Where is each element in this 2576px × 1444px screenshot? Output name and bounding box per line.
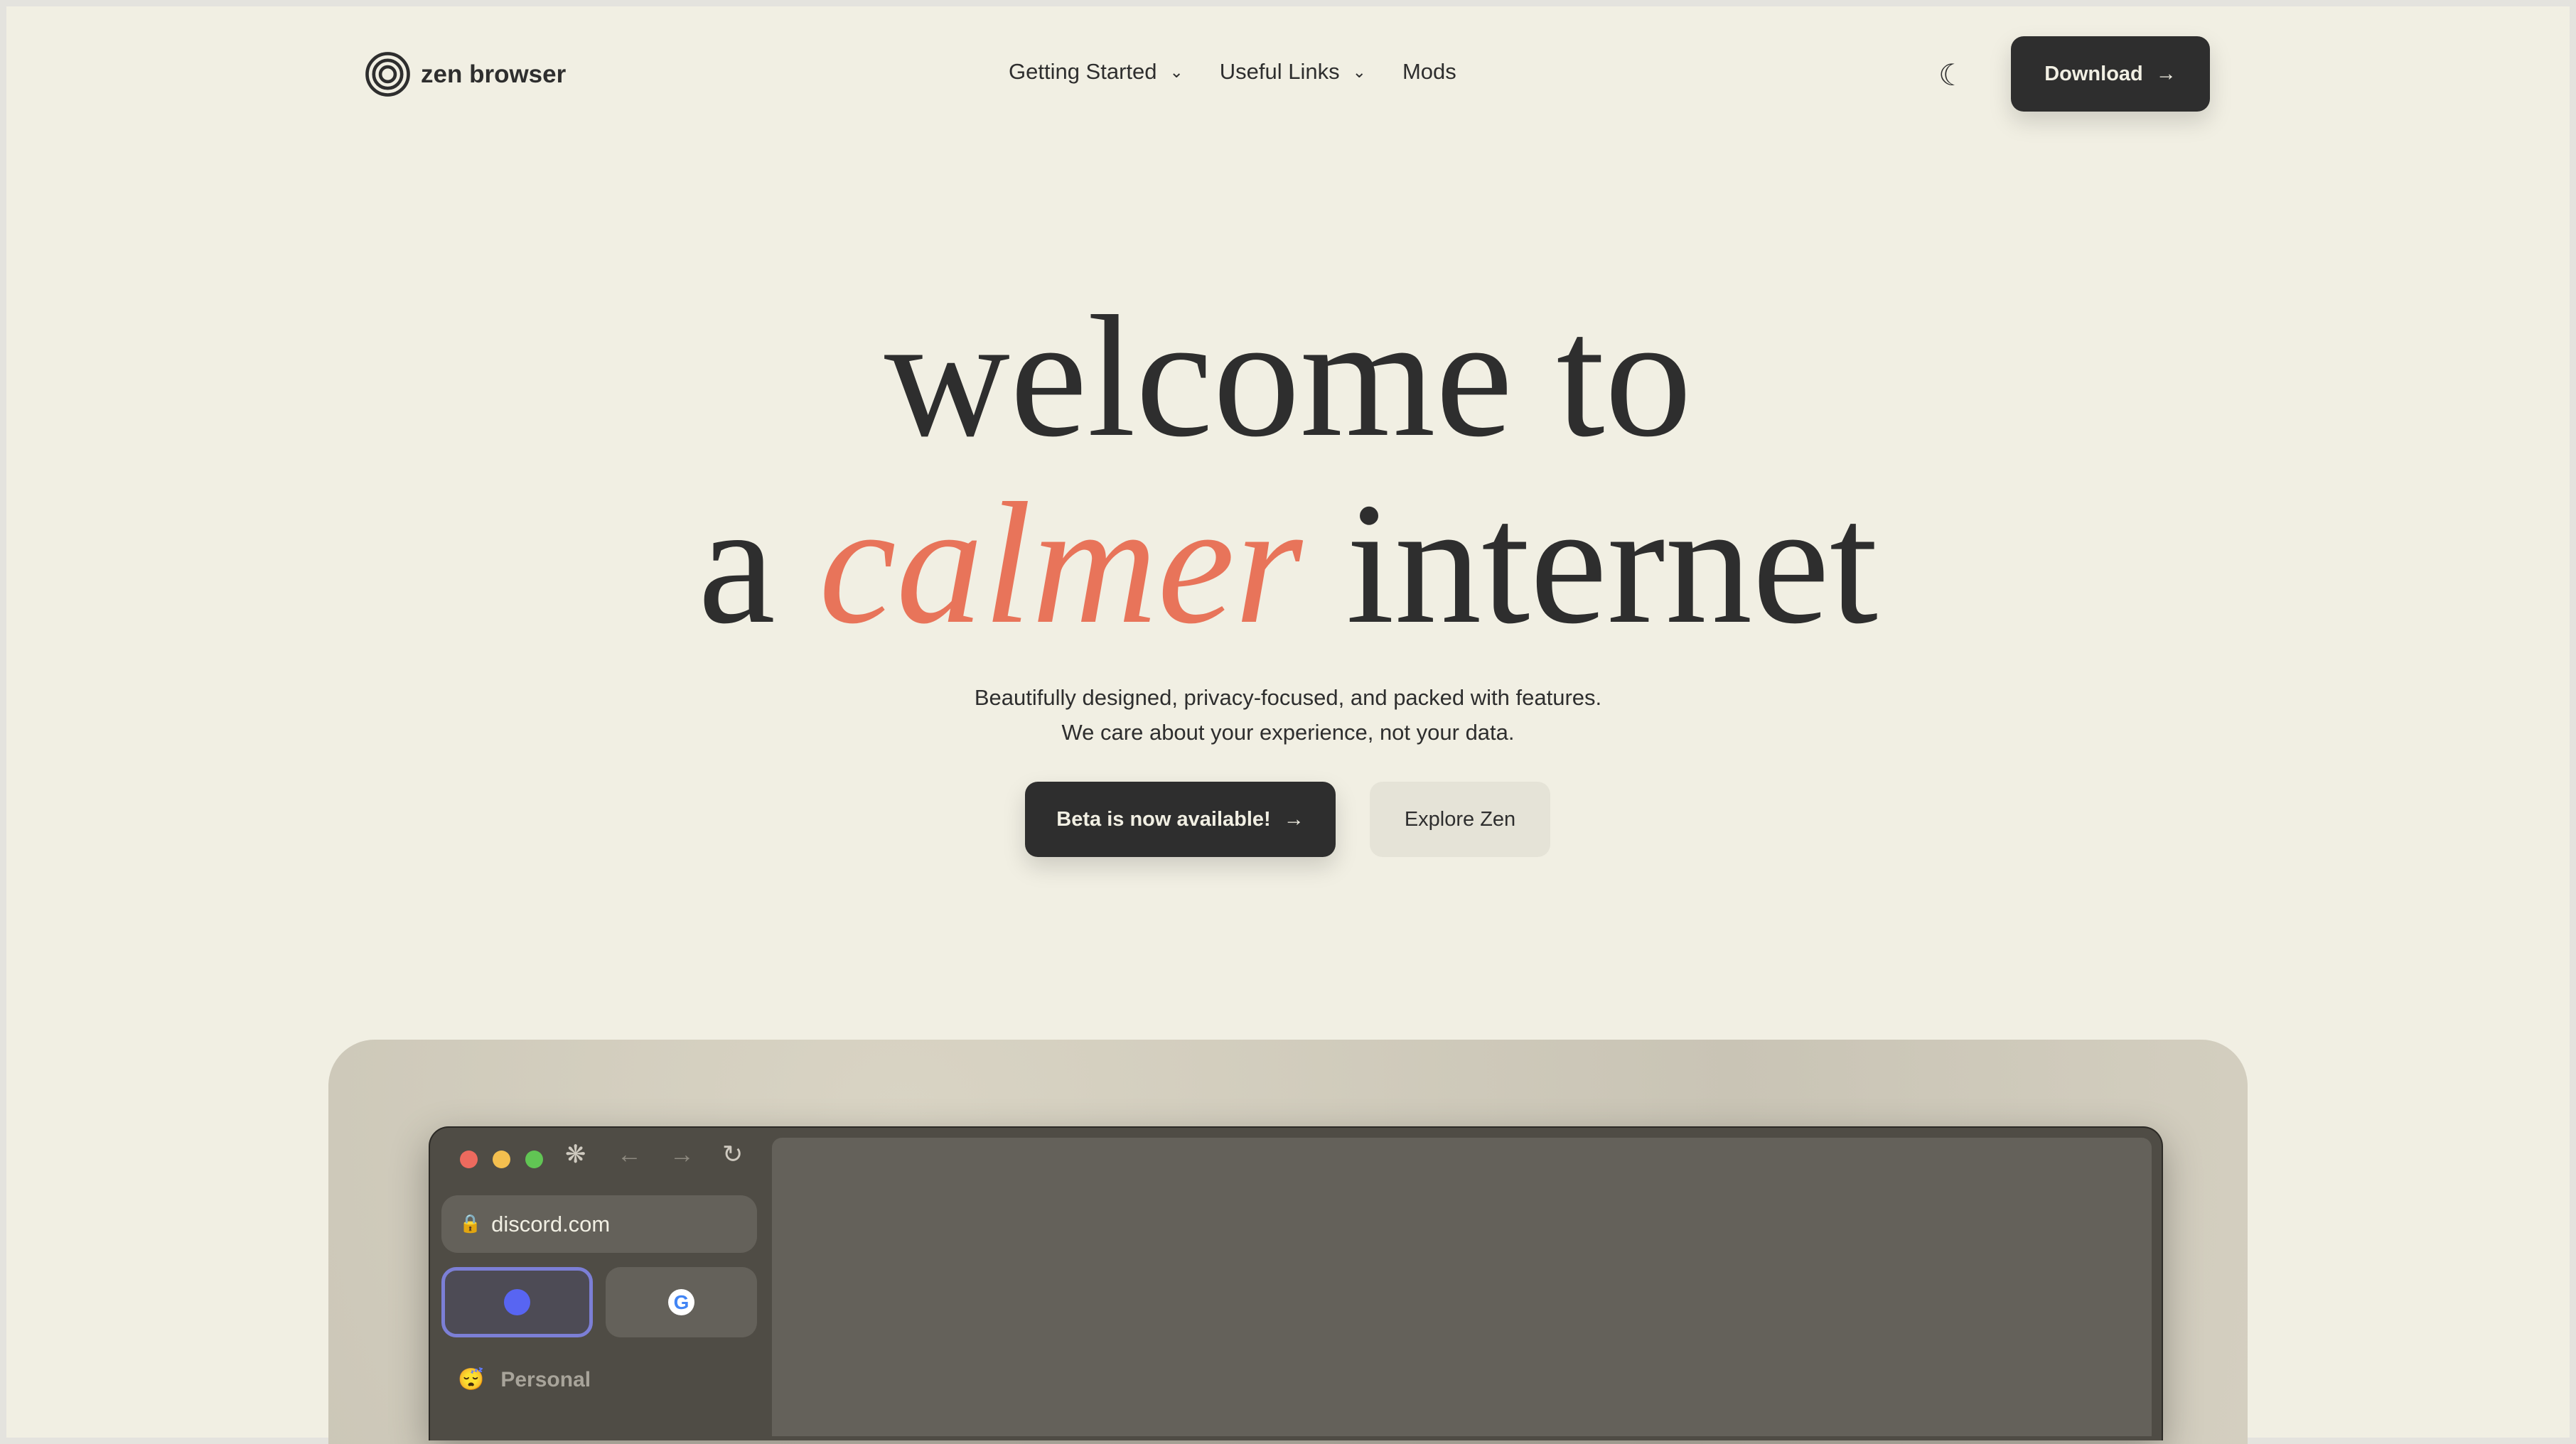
browser-window: ❋ ← → ↻ 🔒 discord.com G 😴 Personal (429, 1126, 2163, 1440)
beta-button[interactable]: Beta is now available! → (1025, 782, 1336, 857)
logo[interactable]: zen browser (365, 51, 566, 97)
explore-button[interactable]: Explore Zen (1370, 782, 1550, 857)
discord-icon (504, 1289, 530, 1315)
brand-name: zen browser (421, 60, 567, 88)
explore-label: Explore Zen (1404, 807, 1516, 831)
extension-icon[interactable]: ❋ (565, 1141, 586, 1169)
web-content-area (772, 1138, 2152, 1436)
nav-label: Getting Started (1009, 59, 1157, 84)
nav-getting-started[interactable]: Getting Started ⌄ (1009, 59, 1184, 85)
sleeping-face-icon: 😴 (458, 1368, 485, 1391)
nav-mods[interactable]: Mods (1402, 59, 1456, 85)
zen-logo-icon (365, 52, 410, 97)
maximize-dot (525, 1151, 543, 1168)
subtitle-line: We care about your experience, not your … (1061, 720, 1515, 745)
google-icon: G (668, 1289, 694, 1315)
beta-label: Beta is now available! (1056, 807, 1271, 831)
minimize-dot (493, 1151, 510, 1168)
nav-label: Mods (1402, 59, 1456, 84)
download-label: Download (2044, 62, 2143, 85)
hero-word: internet (1346, 467, 1878, 659)
chevron-down-icon: ⌄ (1169, 62, 1184, 81)
url-bar[interactable]: 🔒 discord.com (441, 1195, 757, 1253)
hero-subtitle: Beautifully designed, privacy-focused, a… (0, 680, 2576, 750)
tab-google[interactable]: G (606, 1267, 757, 1337)
hero-accent-word: calmer (819, 467, 1303, 659)
arrow-right-icon: → (2155, 62, 2177, 85)
page: zen browser Getting Started ⌄ Useful Link… (0, 0, 2576, 1444)
main-nav: Getting Started ⌄ Useful Links ⌄ Mods (1009, 59, 1456, 85)
close-dot (460, 1151, 478, 1168)
lock-icon: 🔒 (459, 1214, 482, 1234)
workspace-label: Personal (500, 1367, 591, 1391)
nav-useful-links[interactable]: Useful Links ⌄ (1220, 59, 1366, 85)
subtitle-line: Beautifully designed, privacy-focused, a… (974, 685, 1602, 710)
hero-title-line2: a calmer internet (0, 476, 2576, 650)
moon-icon[interactable]: ☾ (1938, 58, 1965, 92)
download-button[interactable]: Download → (2011, 36, 2210, 112)
workspace-personal[interactable]: 😴 Personal (458, 1367, 591, 1392)
url-text: discord.com (491, 1211, 611, 1236)
tab-discord[interactable] (441, 1267, 593, 1337)
reload-icon[interactable]: ↻ (722, 1141, 743, 1169)
hero-title-line1: welcome to (884, 280, 1692, 473)
nav-label: Useful Links (1219, 59, 1340, 84)
hero-word: a (698, 467, 776, 659)
back-icon[interactable]: ← (617, 1141, 642, 1169)
chevron-down-icon: ⌄ (1352, 62, 1366, 81)
forward-icon[interactable]: → (670, 1141, 694, 1169)
arrow-right-icon: → (1283, 807, 1304, 831)
